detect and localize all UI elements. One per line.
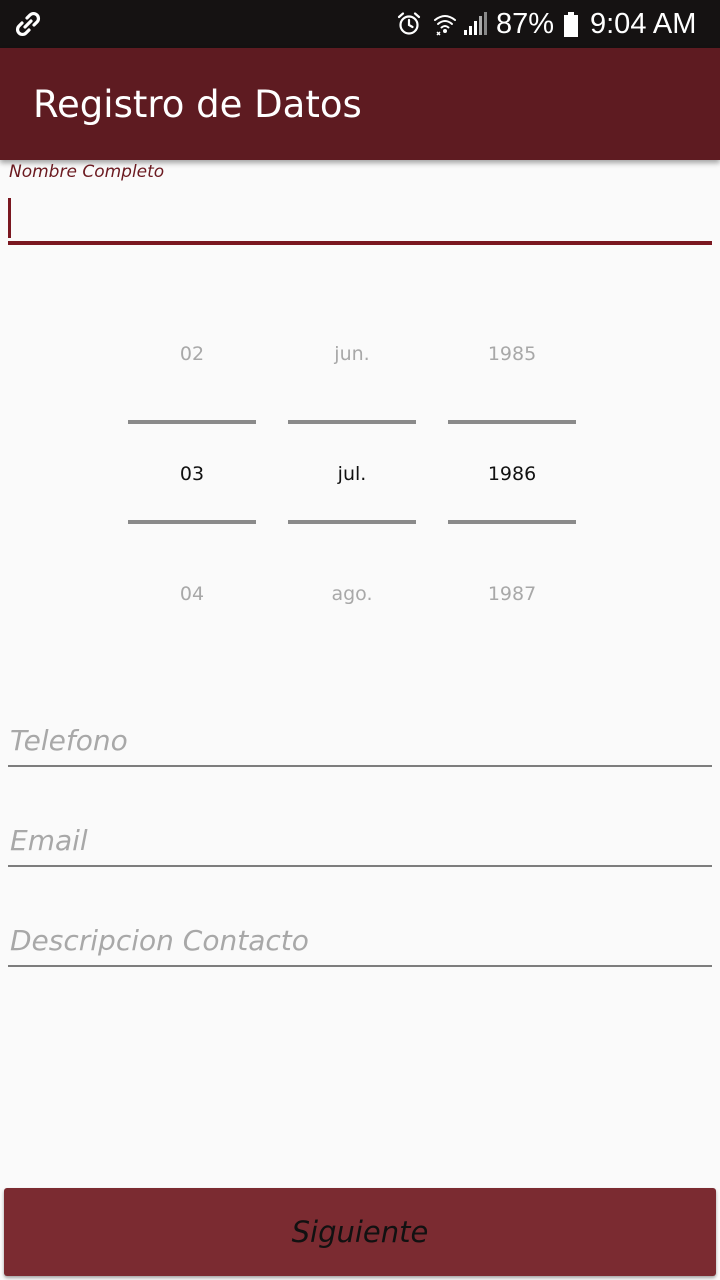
picker-divider — [288, 520, 416, 524]
email-underline — [8, 865, 712, 867]
month-prev[interactable]: jun. — [288, 342, 416, 366]
year-next[interactable]: 1987 — [448, 582, 576, 606]
link-icon — [15, 11, 41, 37]
email-input[interactable] — [8, 818, 714, 862]
clock: 9:04 AM — [590, 8, 697, 40]
picker-divider — [128, 520, 256, 524]
alarm-icon — [397, 12, 421, 35]
telefono-underline — [8, 765, 712, 767]
app-bar: Registro de Datos — [0, 48, 720, 160]
picker-divider — [128, 420, 256, 424]
day-selected[interactable]: 03 — [128, 462, 256, 486]
full-name-input[interactable] — [8, 196, 712, 238]
picker-divider — [448, 520, 576, 524]
month-picker[interactable]: jun. jul. ago. — [288, 320, 416, 640]
month-selected[interactable]: jul. — [288, 462, 416, 486]
battery-percentage: 87% — [496, 8, 555, 40]
name-field-underline — [8, 241, 712, 245]
year-prev[interactable]: 1985 — [448, 342, 576, 366]
signal-icon — [464, 12, 487, 35]
battery-icon — [564, 12, 578, 37]
wifi-icon — [434, 15, 456, 36]
picker-divider — [288, 420, 416, 424]
telefono-input[interactable] — [8, 718, 714, 762]
picker-divider — [448, 420, 576, 424]
day-next[interactable]: 04 — [128, 582, 256, 606]
status-bar: 87% 9:04 AM — [0, 0, 720, 48]
day-prev[interactable]: 02 — [128, 342, 256, 366]
name-field-label: Nombre Completo — [9, 162, 165, 182]
descripcion-underline — [8, 965, 712, 967]
descripcion-contacto-input[interactable] — [8, 918, 714, 962]
year-selected[interactable]: 1986 — [448, 462, 576, 486]
year-picker[interactable]: 1985 1986 1987 — [448, 320, 576, 640]
page-title: Registro de Datos — [33, 83, 362, 126]
day-picker[interactable]: 02 03 04 — [128, 320, 256, 640]
text-cursor — [8, 198, 11, 238]
siguiente-button[interactable]: Siguiente — [4, 1188, 716, 1276]
month-next[interactable]: ago. — [288, 582, 416, 606]
